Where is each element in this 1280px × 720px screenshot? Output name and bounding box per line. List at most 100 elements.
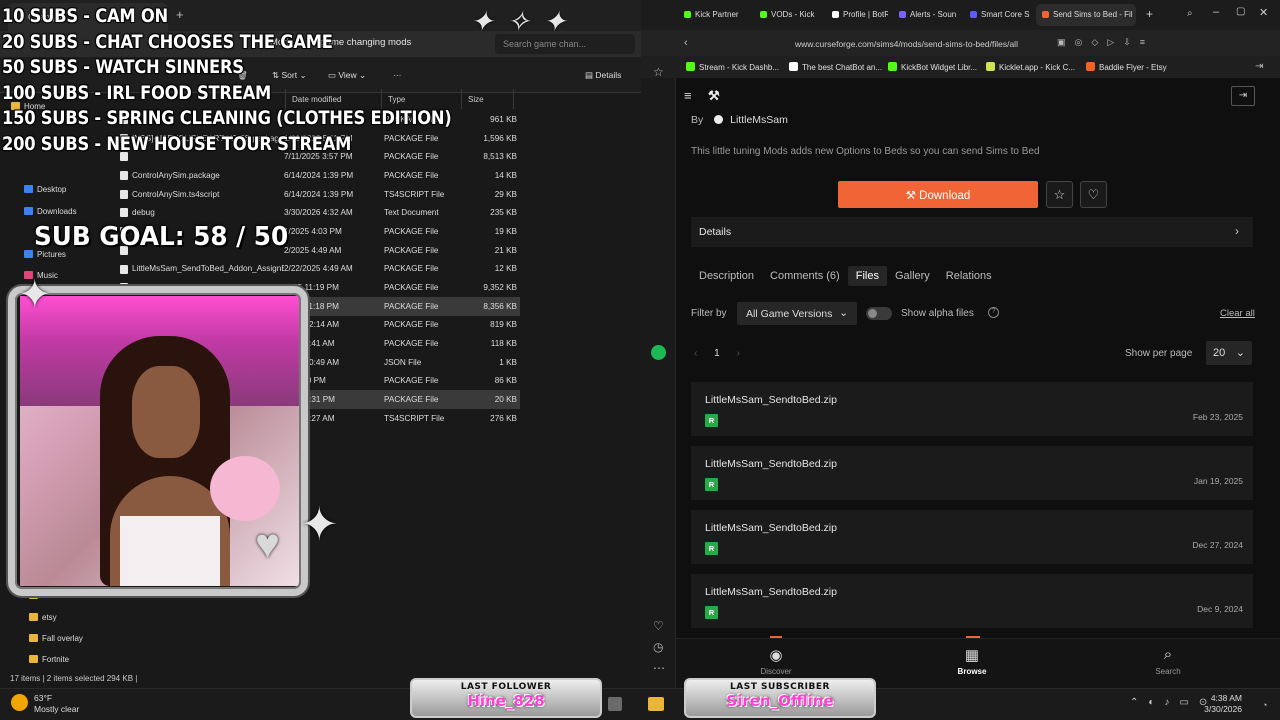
author-byline: By LittleMsSam (691, 114, 788, 126)
download-button[interactable]: ⚒ Download (838, 181, 1038, 208)
file-type: Text Document (384, 208, 439, 218)
details-label: Details (595, 70, 622, 80)
mod-file-name[interactable]: LittleMsSam_SendtoBed.zip (705, 586, 837, 598)
file-row[interactable]: LittleMsSam_SendToBed_Addon_AssignB... 2/… (110, 260, 520, 279)
discover-icon[interactable]: ◉ (746, 646, 806, 664)
filter-label: Filter by (691, 308, 727, 319)
bookmark-item[interactable]: Stream - Kick Dashb... (686, 62, 779, 72)
author-name[interactable]: LittleMsSam (730, 114, 788, 126)
sub-goal-item: 20 SUBS - CHAT CHOOSES THE GAME (2, 30, 333, 53)
tab-relations[interactable]: Relations (938, 266, 1000, 286)
bookmark-item[interactable]: The best ChatBot an... (789, 62, 882, 72)
search-icon[interactable]: ⌕ (1138, 646, 1198, 663)
project-tabs: Description Comments (6) Files Gallery Relat… (691, 266, 1000, 286)
star-icon[interactable]: ☆ (653, 65, 664, 79)
browser-tab[interactable]: Send Sims to Bed - Fil (1036, 4, 1136, 26)
folder-icon[interactable] (648, 697, 664, 711)
info-icon[interactable]: ? (988, 307, 999, 318)
alpha-files-toggle[interactable] (866, 307, 892, 320)
app-icon[interactable] (608, 697, 622, 711)
mod-file-row[interactable]: LittleMsSam_SendtoBed.zip R Dec 9, 2024 (691, 574, 1253, 628)
url-text[interactable]: www.curseforge.com/sims4/mods/send-sims-… (795, 39, 1018, 49)
sub-goal-item: 100 SUBS - IRL FOOD STREAM (2, 81, 272, 104)
like-heart-button[interactable]: ♡ (1080, 181, 1107, 208)
last-subscriber-name: Siren_Offline (726, 692, 834, 710)
sign-in-icon[interactable]: ⇥ (1231, 86, 1255, 106)
bookmark-item[interactable]: KickBot Widget Libr... (888, 62, 977, 72)
chrome-heart-icon: ♥ (255, 520, 280, 567)
hamburger-menu-icon[interactable]: ≡ (684, 88, 692, 103)
mod-file-date: Dec 9, 2024 (1197, 604, 1243, 614)
file-type: PACKAGE File (384, 376, 439, 386)
tab-label: Alerts - Soun (910, 10, 957, 19)
file-row[interactable]: debug 3/30/2026 4:32 AM Text Document 235 K… (110, 203, 520, 222)
tab-gallery[interactable]: Gallery (887, 266, 938, 286)
nav-browse[interactable]: Browse (942, 667, 1002, 676)
mod-file-row[interactable]: LittleMsSam_SendtoBed.zip R Feb 23, 2025 (691, 382, 1253, 436)
curseforge-logo-icon[interactable]: ⚒ (708, 88, 720, 104)
back-icon[interactable]: ‹ (684, 37, 688, 49)
current-page[interactable]: 1 (714, 348, 720, 359)
mod-file-name[interactable]: LittleMsSam_SendtoBed.zip (705, 522, 837, 534)
close-icon[interactable]: ✕ (1259, 6, 1268, 19)
search-icon[interactable]: ⌕ (1187, 8, 1193, 19)
browser-tab[interactable]: Alerts - Soun (893, 4, 959, 26)
weather-widget[interactable]: 63°F Mostly clear (34, 693, 79, 715)
clear-all-link[interactable]: Clear all (1220, 308, 1255, 319)
spotify-icon[interactable] (651, 345, 666, 360)
browser-tab[interactable]: Smart Core S (964, 4, 1032, 26)
file-row[interactable]: ControlAnySim.package 6/14/2024 1:39 PM PA… (110, 166, 520, 185)
maximize-icon[interactable]: ▢ (1236, 6, 1245, 17)
mod-file-row[interactable]: LittleMsSam_SendtoBed.zip R Jan 19, 2025 (691, 446, 1253, 500)
nav-folder-fortnite[interactable]: Fortnite (29, 655, 69, 664)
file-type: PACKAGE File (384, 245, 439, 255)
mod-file-name[interactable]: LittleMsSam_SendtoBed.zip (705, 394, 837, 406)
bookmark-item[interactable]: Baddie Flyer - Etsy (1086, 62, 1167, 72)
mod-file-row[interactable]: LittleMsSam_SendtoBed.zip R Dec 27, 2024 (691, 510, 1253, 564)
nav-folder-fall-overlay[interactable]: Fall overlay (29, 634, 83, 643)
nav-folder-etsy[interactable]: etsy (29, 613, 57, 622)
details-pane-button[interactable]: ▤ Details (585, 70, 621, 81)
heart-icon[interactable]: ♡ (653, 619, 664, 633)
browser-toolbar-icons[interactable]: ▣◎◇▷⇩≡ (1057, 37, 1154, 48)
file-row[interactable]: 2025 11:19 PM PACKAGE File 9,352 KB (110, 278, 520, 297)
details-expander[interactable]: Details › (691, 217, 1253, 247)
browser-tab[interactable]: Profile | BotR (826, 4, 888, 26)
weather-icon[interactable] (11, 694, 28, 711)
more-icon[interactable]: ⋯ (653, 661, 665, 675)
nav-item-downloads[interactable]: Downloads (24, 207, 77, 216)
history-icon[interactable]: ◷ (653, 640, 663, 654)
next-page-icon[interactable]: › (736, 348, 739, 359)
file-row[interactable]: ControlAnySim.ts4script 6/14/2024 1:39 PM… (110, 185, 520, 204)
browser-sidebar (641, 78, 676, 688)
prev-page-icon[interactable]: ‹ (694, 348, 697, 359)
clock[interactable]: 4:38 AM 3/30/2026 (1200, 693, 1242, 715)
file-date: 2025 11:19 PM (284, 283, 339, 293)
favorite-star-button[interactable]: ☆ (1046, 181, 1073, 208)
browser-tab[interactable]: Kick Partner (678, 4, 748, 26)
bookmarks-overflow-icon[interactable]: ⇥ (1255, 61, 1263, 72)
nav-folder-downloads[interactable]: downloads Dri (29, 591, 93, 600)
new-tab-icon[interactable]: + (1146, 7, 1153, 21)
nav-search[interactable]: Search (1138, 667, 1198, 676)
nav-item-desktop[interactable]: Desktop (24, 185, 67, 194)
per-page-select[interactable]: 20 ⌄ (1206, 341, 1252, 365)
game-version-filter[interactable]: All Game Versions ⌄ (737, 302, 857, 325)
bookmark-item[interactable]: Kicklet.app - Kick C... (986, 62, 1075, 72)
file-date: 6/14/2024 1:39 PM (284, 170, 354, 180)
mod-file-name[interactable]: LittleMsSam_SendtoBed.zip (705, 458, 837, 470)
nav-label: Desktop (37, 185, 67, 194)
browse-grid-icon[interactable]: ▦ (942, 646, 1002, 664)
tab-comments[interactable]: Comments (6) (762, 266, 848, 286)
file-type: PACKAGE File (384, 170, 439, 180)
file-type: TS4SCRIPT File (384, 413, 445, 423)
tab-files[interactable]: Files (847, 266, 887, 286)
nav-discover[interactable]: Discover (746, 667, 806, 676)
column-size[interactable]: Size (462, 89, 514, 109)
minimize-icon[interactable]: – (1213, 6, 1219, 18)
notification-bell-icon[interactable]: ◔ (1262, 700, 1267, 710)
tab-description[interactable]: Description (691, 266, 762, 286)
browser-tab[interactable]: VODs - Kick (754, 4, 820, 26)
sub-goals-list: 10 SUBS - CAM ON 20 SUBS - CHAT CHOOSES T… (2, 4, 452, 158)
tab-label: Kick Partner (695, 10, 739, 19)
